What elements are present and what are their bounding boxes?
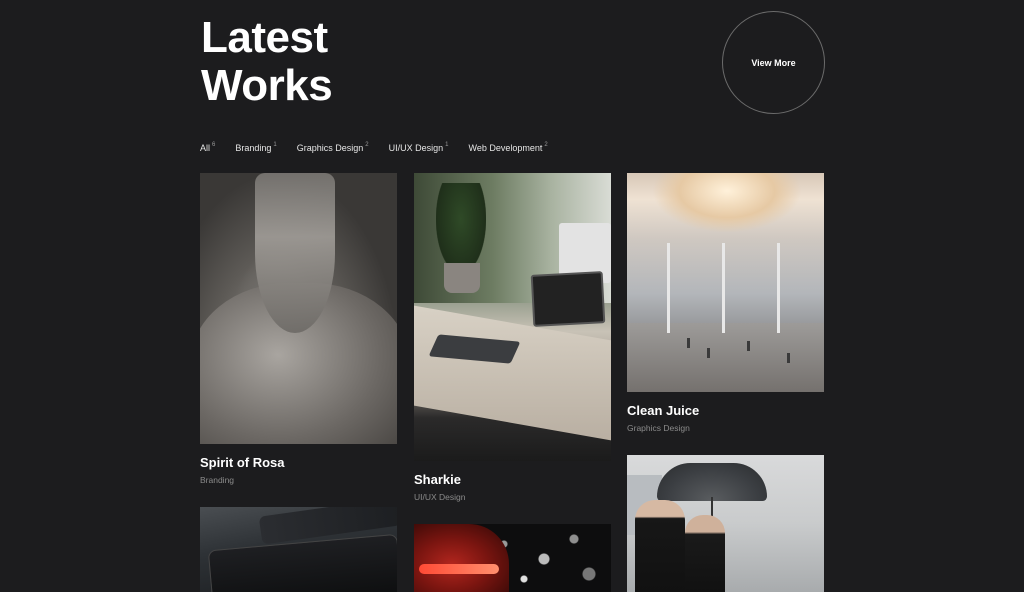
work-thumbnail[interactable] xyxy=(200,173,397,444)
work-thumbnail[interactable] xyxy=(627,173,824,392)
work-title[interactable]: Spirit of Rosa xyxy=(200,455,397,470)
title-line-2: Works xyxy=(201,61,333,110)
filter-all[interactable]: All 6 xyxy=(200,142,215,153)
filter-web-development[interactable]: Web Development 2 xyxy=(468,142,547,153)
filter-label: All xyxy=(200,143,211,153)
work-card-clean-juice[interactable]: Clean Juice Graphics Design xyxy=(627,173,824,433)
filter-count: 1 xyxy=(445,142,449,148)
category-filters: All 6 Branding 1 Graphics Design 2 UI/UX De… xyxy=(200,142,568,153)
work-thumbnail[interactable] xyxy=(627,455,824,592)
work-thumbnail[interactable] xyxy=(200,507,397,592)
filter-label: Branding xyxy=(235,143,272,153)
filter-branding[interactable]: Branding 1 xyxy=(235,142,276,153)
work-title[interactable]: Sharkie xyxy=(414,472,611,487)
work-card-phone[interactable] xyxy=(200,507,397,592)
work-category: Graphics Design xyxy=(627,423,690,433)
filter-count: 1 xyxy=(273,142,277,148)
title-line-1: Latest xyxy=(201,13,328,62)
filter-ui-ux-design[interactable]: UI/UX Design 1 xyxy=(389,142,449,153)
filter-count: 2 xyxy=(365,142,369,148)
filter-count: 2 xyxy=(544,142,548,148)
filter-label: Graphics Design xyxy=(296,143,364,153)
work-title[interactable]: Clean Juice xyxy=(627,403,824,418)
work-thumbnail[interactable] xyxy=(414,173,611,461)
work-card-sharkie[interactable]: Sharkie UI/UX Design xyxy=(414,173,611,502)
filter-label: UI/UX Design xyxy=(388,143,444,153)
work-category: UI/UX Design xyxy=(414,492,466,502)
section-title: Latest Works xyxy=(201,13,333,110)
filter-count: 6 xyxy=(212,142,216,148)
work-card-spirit-of-rosa[interactable]: Spirit of Rosa Branding xyxy=(200,173,397,485)
work-card-umbrella[interactable] xyxy=(627,455,824,592)
view-more-label: View More xyxy=(751,57,796,68)
filter-graphics-design[interactable]: Graphics Design 2 xyxy=(297,142,369,153)
filter-label: Web Development xyxy=(468,143,543,153)
work-thumbnail[interactable] xyxy=(414,524,611,592)
view-more-button[interactable]: View More xyxy=(722,11,825,114)
work-card-car[interactable] xyxy=(414,524,611,592)
work-category: Branding xyxy=(200,475,235,485)
